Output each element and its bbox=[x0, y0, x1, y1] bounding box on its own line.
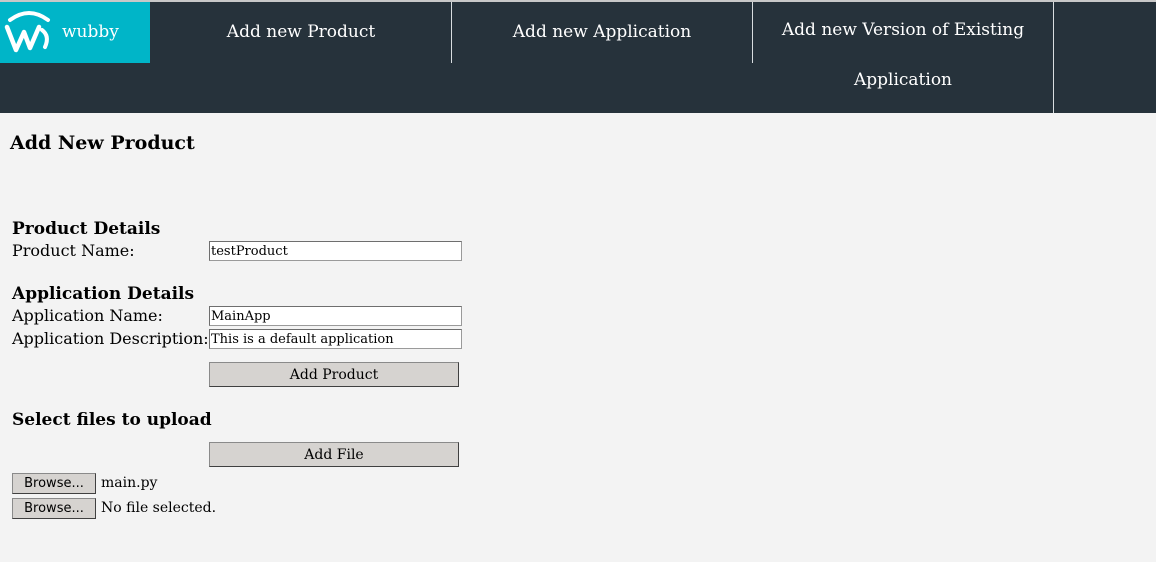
nav-add-new-application[interactable]: Add new Application bbox=[452, 22, 752, 42]
browse-button[interactable]: Browse... bbox=[12, 498, 96, 519]
wubby-logo-icon bbox=[4, 11, 50, 53]
application-description-input[interactable] bbox=[209, 329, 462, 349]
application-details-heading: Application Details bbox=[12, 284, 195, 304]
product-details-heading: Product Details bbox=[12, 219, 161, 239]
application-name-label: Application Name: bbox=[12, 306, 163, 325]
nav-add-new-version[interactable]: Add new Version of Existing Application bbox=[753, 5, 1053, 105]
page-title: Add New Product bbox=[10, 132, 195, 154]
nav-add-new-version-line1: Add new Version of Existing bbox=[781, 20, 1025, 40]
browse-button[interactable]: Browse... bbox=[12, 473, 96, 494]
add-product-button[interactable]: Add Product bbox=[209, 362, 459, 387]
product-name-input[interactable] bbox=[209, 241, 462, 261]
application-name-input[interactable] bbox=[209, 306, 462, 326]
upload-heading: Select files to upload bbox=[12, 410, 212, 430]
nav-add-new-product[interactable]: Add new Product bbox=[151, 22, 451, 42]
nav-divider bbox=[1053, 2, 1054, 113]
application-description-label: Application Description: bbox=[12, 329, 209, 348]
file-status: No file selected. bbox=[101, 500, 217, 516]
top-navbar: wubby Add new Product Add new Applicatio… bbox=[0, 2, 1156, 113]
file-status: main.py bbox=[101, 475, 158, 491]
product-name-label: Product Name: bbox=[12, 241, 135, 260]
brand-name: wubby bbox=[62, 22, 119, 42]
add-file-button[interactable]: Add File bbox=[209, 442, 459, 467]
brand-link[interactable]: wubby bbox=[0, 2, 150, 63]
nav-add-new-version-line2: Application bbox=[853, 70, 953, 90]
